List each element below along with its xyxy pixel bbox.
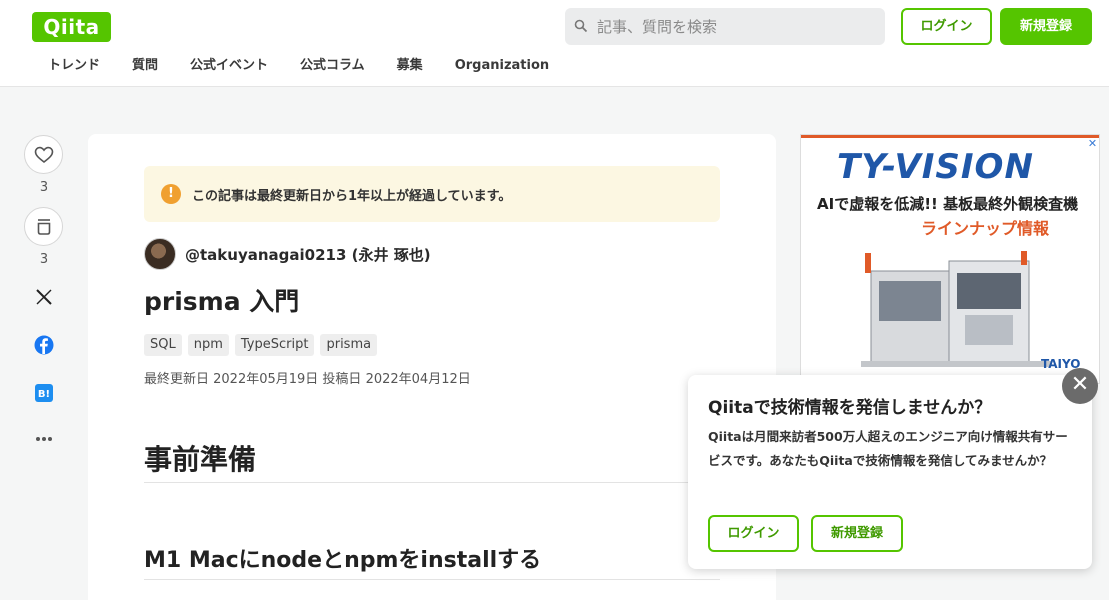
more-button[interactable] bbox=[24, 427, 64, 451]
popup-body: Qiitaは月間来訪者500万人超えのエンジニア向け情報共有サービスです。あなた… bbox=[708, 429, 1068, 468]
ad-brand: TY-VISION bbox=[837, 147, 1034, 187]
search-box[interactable] bbox=[565, 8, 885, 45]
nav-item-official-column[interactable]: 公式コラム bbox=[284, 54, 381, 80]
nav-item-questions[interactable]: 質問 bbox=[116, 54, 174, 80]
ad-close-icon[interactable]: ✕ bbox=[1086, 137, 1099, 150]
site-header: Qiita ログイン 新規登録 トレンド 質問 公式イベント 公式コラム 募集 … bbox=[0, 0, 1109, 87]
search-input[interactable] bbox=[597, 8, 877, 45]
tag-prisma[interactable]: prisma bbox=[320, 334, 378, 356]
ad-headline: AIで虚報を低減!! 基板最終外観検査機 bbox=[817, 195, 1079, 213]
notice-text: この記事は最終更新日から1年以上が経過しています。 bbox=[192, 189, 512, 204]
article-actions: 3 3 B! bbox=[24, 135, 64, 451]
more-icon bbox=[36, 437, 52, 441]
avatar[interactable] bbox=[144, 238, 176, 270]
popup-close-icon[interactable]: ✕ bbox=[1062, 368, 1098, 404]
stock-icon bbox=[37, 218, 50, 235]
article-card: ! この記事は最終更新日から1年以上が経過しています。 @takuyanagai… bbox=[88, 134, 776, 600]
nav-item-recruit[interactable]: 募集 bbox=[381, 54, 439, 80]
tag-list: SQL npm TypeScript prisma bbox=[144, 334, 383, 356]
advertisement[interactable]: ✕ TY-VISION AIで虚報を低減!! 基板最終外観検査機 ラインナップ情… bbox=[800, 134, 1100, 384]
ad-subheadline: ラインナップ情報 bbox=[921, 219, 1050, 238]
inspection-machine-image bbox=[861, 251, 1051, 367]
like-count: 3 bbox=[39, 180, 49, 195]
popup-signup-button[interactable]: 新規登録 bbox=[811, 515, 903, 552]
heart-icon bbox=[34, 146, 53, 163]
tag-sql[interactable]: SQL bbox=[144, 334, 182, 356]
signup-button[interactable]: 新規登録 bbox=[1000, 8, 1092, 45]
tag-typescript[interactable]: TypeScript bbox=[234, 334, 315, 356]
signup-popup: Qiitaで技術情報を発信しませんか？ Qiitaは月間来訪者500万人超えのエ… bbox=[688, 375, 1092, 569]
main-nav: トレンド 質問 公式イベント 公式コラム 募集 Organization bbox=[32, 54, 565, 80]
nav-item-trend[interactable]: トレンド bbox=[32, 54, 116, 80]
hatena-bookmark-icon: B! bbox=[35, 384, 53, 402]
popup-title: Qiitaで技術情報を発信しませんか？ bbox=[708, 398, 992, 418]
article-title: prisma 入門 bbox=[144, 287, 300, 316]
author[interactable]: @takuyanagai0213 (永井 琢也) bbox=[144, 238, 431, 270]
x-icon bbox=[36, 289, 52, 305]
stock-button[interactable] bbox=[24, 207, 63, 246]
search-icon bbox=[574, 19, 588, 33]
svg-text:B!: B! bbox=[38, 389, 50, 400]
facebook-icon bbox=[34, 335, 54, 355]
outdated-notice: ! この記事は最終更新日から1年以上が経過しています。 bbox=[144, 166, 720, 222]
login-button[interactable]: ログイン bbox=[901, 8, 992, 45]
article-dates: 最終更新日 2022年05月19日 投稿日 2022年04月12日 bbox=[144, 372, 471, 387]
ad-top-border bbox=[801, 135, 1099, 141]
warning-icon: ! bbox=[161, 184, 181, 204]
nav-item-organization[interactable]: Organization bbox=[439, 54, 565, 80]
section-heading-install: M1 Macにnodeとnpmをinstallする bbox=[144, 542, 720, 580]
stock-count: 3 bbox=[39, 252, 49, 267]
qiita-logo[interactable]: Qiita bbox=[32, 12, 111, 42]
share-facebook-button[interactable] bbox=[24, 333, 64, 357]
tag-npm[interactable]: npm bbox=[187, 334, 229, 356]
section-heading-preparation: 事前準備 bbox=[144, 438, 720, 483]
like-button[interactable] bbox=[24, 135, 63, 174]
popup-login-button[interactable]: ログイン bbox=[708, 515, 799, 552]
author-name[interactable]: @takuyanagai0213 (永井 琢也) bbox=[185, 244, 431, 265]
nav-item-official-events[interactable]: 公式イベント bbox=[174, 54, 284, 80]
share-hatena-button[interactable]: B! bbox=[24, 381, 64, 405]
share-x-button[interactable] bbox=[24, 285, 64, 309]
